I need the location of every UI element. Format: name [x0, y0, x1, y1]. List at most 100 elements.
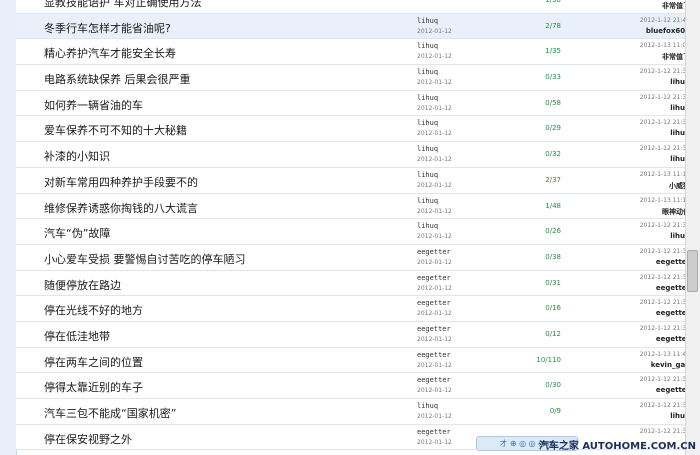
topic-reply-view-count: 0/16: [545, 304, 561, 313]
topic-reply-view-count: 0/38: [545, 252, 561, 261]
topic-author[interactable]: lihuq: [417, 68, 438, 76]
topic-reply-view-count: 10/110: [536, 355, 561, 364]
topic-author[interactable]: lihuq: [417, 42, 438, 50]
topic-title-link[interactable]: 显教技能语护 车对正确使用方法: [44, 0, 202, 10]
topic-date: 2012-01-12: [417, 156, 452, 164]
topic-author[interactable]: lihuq: [417, 402, 438, 410]
last-reply-time: 2012-1-12 21:33: [639, 427, 690, 435]
topic-row: 补漆的小知识 lihuq 2012-01-12 0/32 2012-1-12 2…: [16, 142, 690, 168]
topic-title-link[interactable]: 停在两车之间的位置: [44, 354, 143, 370]
last-reply-time: 2012-1-12 21:34: [639, 402, 690, 409]
topic-date: 2012-01-12: [417, 284, 452, 292]
topic-title-link[interactable]: 对新车常用四种养护手段要不的: [44, 174, 198, 190]
topic-author[interactable]: lihuq: [417, 119, 438, 127]
topic-row: 停得太靠近别的车子 eegetter 2012-01-12 0/30 2012-…: [16, 373, 690, 399]
topic-title-link[interactable]: 精心养护汽车才能安全长寿: [44, 45, 176, 61]
scrollbar-thumb[interactable]: [687, 250, 698, 292]
topic-date: 2012-01-12: [417, 130, 452, 138]
topic-title-link[interactable]: 补漆的小知识: [44, 148, 110, 164]
topic-reply-view-count: 0/58: [545, 98, 561, 107]
last-reply-time: 2012-1-13 11:14: [639, 170, 690, 178]
topic-title-link[interactable]: 停在低洼地带: [44, 328, 110, 344]
topic-reply-view-count: 0/30: [545, 381, 561, 390]
topic-row: 如何养一辆省油的车 lihuq 2012-01-12 0/58 2012-1-1…: [16, 90, 690, 117]
topic-author[interactable]: lihuq: [417, 197, 438, 205]
topic-author[interactable]: lihuq: [417, 145, 438, 153]
topic-row: 停在两车之间的位置 eegetter 2012-01-12 10/110 201…: [16, 347, 690, 374]
topic-date: 2012-01-12: [417, 207, 452, 215]
topic-row: 精心养护汽车才能安全长寿 lihuq 2012-01-12 1/35 2012-…: [16, 39, 690, 66]
last-reply-time: 2012-1-12 21:37: [639, 119, 690, 127]
last-reply-time: 2012-1-12 21:34: [639, 324, 690, 332]
topic-author[interactable]: eegetter: [417, 299, 451, 307]
topic-row: 停在光线不好的地方 eegetter 2012-01-12 0/16 2012-…: [16, 296, 690, 322]
topic-author[interactable]: eegetter: [417, 325, 451, 333]
last-reply-time: 2012-1-12 21:34: [639, 376, 690, 384]
topic-author[interactable]: lihuq: [417, 222, 438, 230]
topic-author[interactable]: eegetter: [417, 248, 451, 256]
topic-row: 停在低洼地带 eegetter 2012-01-12 0/12 2012-1-1…: [16, 321, 690, 348]
topic-title-link[interactable]: 停在光线不好的地方: [44, 302, 143, 318]
topic-title-link[interactable]: 电路系统缺保养 后果会很严重: [44, 71, 191, 87]
topic-date: 2012-01-12: [417, 233, 452, 241]
topic-reply-view-count: 2/37: [545, 175, 561, 184]
topic-row: 电路系统缺保养 后果会很严重 lihuq 2012-01-12 0/33 201…: [16, 65, 690, 91]
topic-row: 显教技能语护 车对正确使用方法 1/30 非常值了: [16, 0, 690, 14]
last-reply-time: 2012-1-13 11:01: [639, 42, 690, 50]
topic-author[interactable]: eegetter: [417, 376, 451, 384]
topic-author[interactable]: lihuq: [417, 17, 438, 25]
topic-date: 2012-01-12: [417, 104, 452, 112]
topic-date: 2012-01-12: [417, 438, 452, 446]
topic-author[interactable]: eegetter: [417, 274, 451, 282]
topic-reply-view-count: 1/48: [545, 201, 561, 210]
topic-reply-view-count: 1/30: [545, 0, 561, 4]
last-reply-time: 2012-1-12 21:44: [639, 16, 690, 24]
topic-reply-view-count: 2/78: [545, 21, 561, 30]
topic-title-link[interactable]: 汽车三包不能成“国家机密”: [44, 405, 176, 421]
last-reply-time: 2012-1-12 21:38: [639, 93, 690, 101]
topic-author[interactable]: lihuq: [417, 171, 438, 179]
topic-reply-view-count: 0/31: [545, 278, 561, 287]
last-reply-time: 2012-1-12 21:35: [639, 247, 690, 255]
last-reply-user[interactable]: bluefox609: [646, 27, 690, 35]
topic-row: 小心爱车受损 要警惕自讨苦吃的停车陋习 eegetter 2012-01-12 …: [16, 244, 690, 271]
topic-title-link[interactable]: 维修保养诱惑你掏钱的八大谎言: [44, 200, 198, 216]
topic-row: 汽车“伪”故障 lihuq 2012-01-12 0/26 2012-1-12 …: [16, 219, 690, 245]
topic-row: 对新车常用四种养护手段要不的 lihuq 2012-01-12 2/37 201…: [16, 167, 690, 194]
topic-title-link[interactable]: 停在保安视野之外: [44, 431, 132, 447]
topic-reply-view-count: 0/9: [549, 407, 561, 415]
topic-title-link[interactable]: 如何养一辆省油的车: [44, 97, 143, 113]
topic-reply-view-count: 0/26: [545, 227, 561, 236]
topic-title-link[interactable]: 停得太靠近别的车子: [44, 379, 143, 395]
topic-title-link[interactable]: 汽车“伪”故障: [44, 225, 110, 241]
left-gutter: [0, 0, 17, 455]
last-reply-time: 2012-1-12 21:34: [639, 299, 690, 307]
topic-date: 2012-01-12: [417, 53, 452, 61]
last-reply-time: 2012-1-12 21:36: [639, 145, 690, 153]
topic-author[interactable]: lihuq: [417, 94, 438, 102]
topic-row: 随便停放在路边 eegetter 2012-01-12 0/31 2012-1-…: [16, 270, 690, 297]
last-reply-time: 2012-1-13 11:10: [639, 196, 690, 204]
topic-date: 2012-01-12: [417, 387, 452, 395]
scrollbar-track[interactable]: [685, 0, 700, 455]
last-reply-time: 2012-1-12 21:38: [639, 68, 690, 76]
topic-date: 2012-01-12: [417, 413, 452, 420]
topic-date: 2012-01-12: [417, 79, 452, 87]
topic-title-link[interactable]: 冬季行车怎样才能省油呢?: [44, 20, 171, 36]
topic-author[interactable]: eegetter: [417, 428, 451, 436]
topic-title-link[interactable]: 随便停放在路边: [44, 277, 121, 293]
topic-date: 2012-01-12: [417, 361, 452, 369]
topic-date: 2012-01-12: [417, 27, 452, 35]
topic-row: 爱车保养不可不知的十大秘籍 lihuq 2012-01-12 0/29 2012…: [16, 116, 690, 143]
topic-date: 2012-01-12: [417, 310, 452, 318]
site-watermark: 汽车之家 AUTOHOME.COM.CN: [538, 441, 696, 452]
topic-title-link[interactable]: 小心爱车受损 要警惕自讨苦吃的停车陋习: [44, 251, 246, 267]
topic-list: 显教技能语护 车对正确使用方法 1/30 非常值了 冬季行车怎样才能省油呢? l…: [16, 0, 690, 451]
topic-title-link[interactable]: 爱车保养不可不知的十大秘籍: [44, 122, 187, 138]
topic-author[interactable]: eegetter: [417, 351, 451, 359]
topic-reply-view-count: 0/33: [545, 73, 561, 82]
topic-reply-view-count: 0/29: [545, 124, 561, 133]
topic-row: 维修保养诱惑你掏钱的八大谎言 lihuq 2012-01-12 1/48 201…: [16, 193, 690, 220]
topic-row: 汽车三包不能成“国家机密” lihuq 2012-01-12 0/9 2012-…: [16, 399, 690, 425]
last-reply-time: 2012-1-12 21:35: [639, 273, 690, 281]
